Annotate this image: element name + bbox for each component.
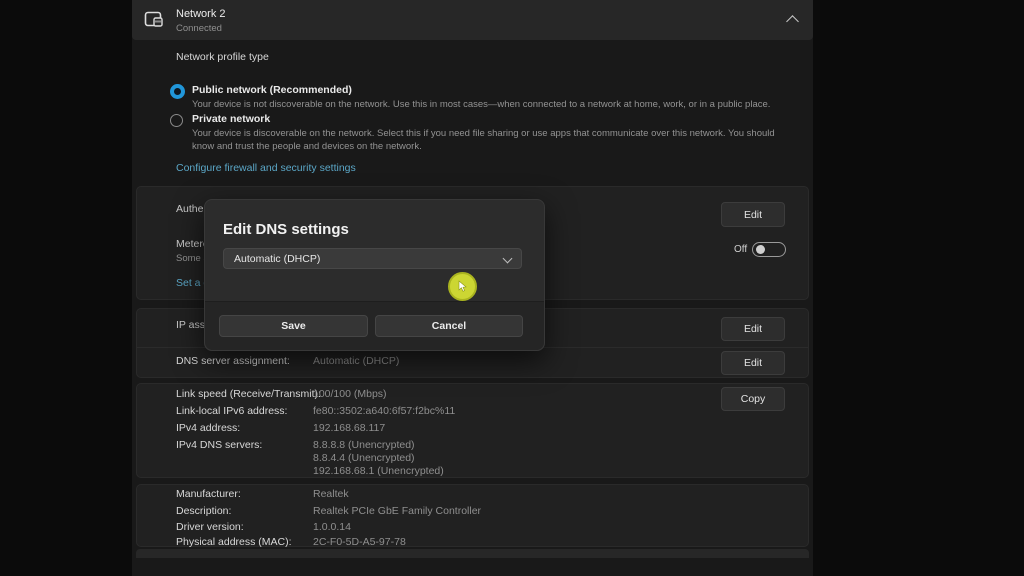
dns-assignment-value: Automatic (DHCP) bbox=[313, 355, 399, 367]
description-label: Description: bbox=[176, 505, 231, 517]
configure-firewall-link[interactable]: Configure firewall and security settings bbox=[176, 162, 356, 174]
link-speed-label: Link speed (Receive/Transmit): bbox=[176, 388, 321, 400]
description-value: Realtek PCIe GbE Family Controller bbox=[313, 505, 481, 517]
driver-version-value: 1.0.0.14 bbox=[313, 521, 351, 533]
private-network-description: Your device is discoverable on the netwo… bbox=[192, 127, 784, 153]
dialog-footer: Save Cancel bbox=[205, 301, 544, 350]
ipv6-address-label: Link-local IPv6 address: bbox=[176, 405, 287, 417]
dialog-title: Edit DNS settings bbox=[223, 221, 349, 238]
dns-server-value: 192.168.68.1 (Unencrypted) bbox=[313, 465, 444, 477]
chevron-down-icon bbox=[503, 254, 513, 264]
chevron-up-icon[interactable] bbox=[786, 15, 799, 28]
link-speed-value: 100/100 (Mbps) bbox=[313, 388, 387, 400]
public-network-radio[interactable] bbox=[170, 84, 185, 99]
network-header-card[interactable]: Network 2 Connected bbox=[132, 0, 813, 40]
mac-address-label: Physical address (MAC): bbox=[176, 536, 292, 548]
dns-assignment-edit-button[interactable]: Edit bbox=[721, 351, 785, 375]
ipv4-address-value: 192.168.68.117 bbox=[313, 422, 385, 434]
dns-server-value: 8.8.4.4 (Unencrypted) bbox=[313, 452, 415, 464]
ipv4-address-label: IPv4 address: bbox=[176, 422, 240, 434]
dns-servers-label: IPv4 DNS servers: bbox=[176, 439, 262, 451]
copy-button[interactable]: Copy bbox=[721, 387, 785, 411]
public-network-label: Public network (Recommended) bbox=[192, 84, 352, 96]
next-section-card-edge bbox=[136, 549, 809, 558]
network-name: Network 2 bbox=[176, 8, 226, 20]
private-network-radio[interactable] bbox=[170, 114, 183, 127]
dns-mode-dropdown[interactable]: Automatic (DHCP) bbox=[223, 248, 522, 269]
private-network-label: Private network bbox=[192, 113, 270, 125]
network-status: Connected bbox=[176, 23, 222, 34]
save-button[interactable]: Save bbox=[219, 315, 368, 337]
authentication-edit-button[interactable]: Edit bbox=[721, 202, 785, 227]
ipv6-address-value: fe80::3502:a640:6f57:f2bc%11 bbox=[313, 405, 455, 417]
click-highlight-cursor bbox=[448, 272, 477, 301]
mac-address-value: 2C-F0-5D-A5-97-78 bbox=[313, 536, 406, 548]
ethernet-icon bbox=[142, 8, 166, 32]
metered-connection-toggle[interactable] bbox=[752, 242, 786, 257]
ip-assignment-edit-button[interactable]: Edit bbox=[721, 317, 785, 341]
edit-dns-settings-dialog: Edit DNS settings Automatic (DHCP) Save … bbox=[204, 199, 545, 351]
manufacturer-label: Manufacturer: bbox=[176, 488, 241, 500]
dns-server-value: 8.8.8.8 (Unencrypted) bbox=[313, 439, 415, 451]
driver-version-label: Driver version: bbox=[176, 521, 244, 533]
dns-mode-selected-value: Automatic (DHCP) bbox=[224, 253, 320, 265]
profile-type-heading: Network profile type bbox=[176, 51, 269, 63]
manufacturer-value: Realtek bbox=[313, 488, 349, 500]
dns-assignment-label: DNS server assignment: bbox=[176, 355, 290, 367]
cancel-button[interactable]: Cancel bbox=[375, 315, 523, 337]
metered-toggle-state: Off bbox=[734, 244, 747, 255]
public-network-description: Your device is not discoverable on the n… bbox=[192, 98, 792, 111]
